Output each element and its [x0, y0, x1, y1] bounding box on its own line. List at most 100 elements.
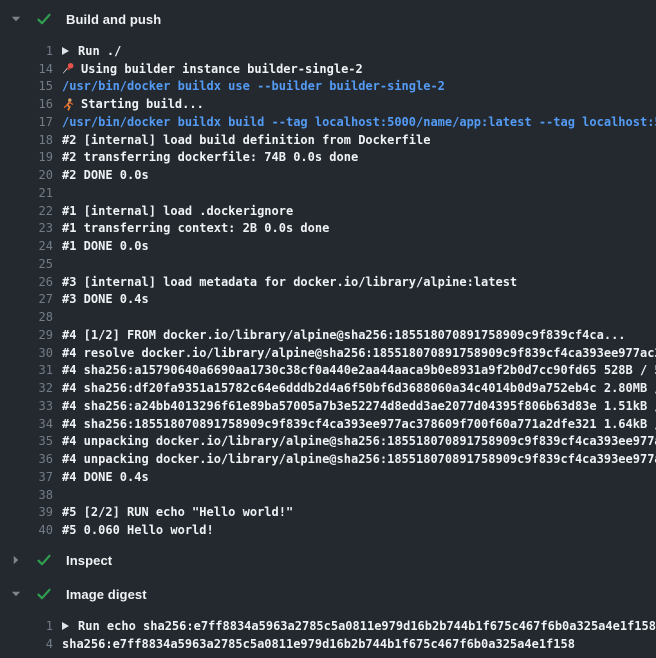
line-text: /usr/bin/docker buildx use --builder bui…: [53, 79, 445, 93]
line-number[interactable]: 1: [0, 619, 53, 633]
line-number[interactable]: 34: [0, 417, 53, 431]
chevron-down-icon[interactable]: [7, 13, 25, 25]
log-lines-build-and-push: 1 Run ./ 14 Using builder instance builder-…: [0, 36, 656, 543]
line-number[interactable]: 23: [0, 221, 53, 235]
line-text-content: #1 DONE 0.0s: [62, 239, 149, 253]
expand-group-icon[interactable]: [62, 47, 69, 55]
line-text: #1 transferring context: 2B 0.0s done: [53, 221, 329, 235]
section-header-inspect[interactable]: Inspect: [0, 543, 656, 577]
line-text-content: /usr/bin/docker buildx build --tag local…: [62, 115, 656, 129]
line-text: #4 resolve docker.io/library/alpine@sha2…: [53, 346, 656, 360]
line-number[interactable]: 16: [0, 97, 53, 111]
line-number[interactable]: 15: [0, 79, 53, 93]
line-number[interactable]: 21: [0, 186, 53, 200]
line-number[interactable]: 14: [0, 62, 53, 76]
log-line[interactable]: 21: [0, 184, 656, 202]
check-icon: [36, 586, 52, 602]
log-line[interactable]: 31 #4 sha256:a15790640a6690aa1730c38cf0a4…: [0, 362, 656, 380]
log-line[interactable]: 39 #5 [2/2] RUN echo "Hello world!": [0, 504, 656, 522]
line-text-content: #4 resolve docker.io/library/alpine@sha2…: [62, 346, 656, 360]
line-number[interactable]: 18: [0, 133, 53, 147]
line-number[interactable]: 33: [0, 399, 53, 413]
log-line[interactable]: 29#4 [1/2] FROM docker.io/library/alpine…: [0, 326, 656, 344]
log-line[interactable]: 40 #5 0.060 Hello world!: [0, 521, 656, 539]
log-line[interactable]: 1 Run ./: [0, 42, 656, 60]
log-line[interactable]: 27#3 DONE 0.4s: [0, 291, 656, 309]
line-text-content: #4 sha256:185518070891758909c9f839cf4ca3…: [62, 417, 656, 431]
workflow-log-viewer: Build and push1Run ./14Using builder ins…: [0, 0, 656, 658]
line-text: #2 DONE 0.0s: [53, 168, 149, 182]
log-line[interactable]: 38: [0, 486, 656, 504]
line-number[interactable]: 38: [0, 488, 53, 502]
line-number[interactable]: 25: [0, 257, 53, 271]
log-line[interactable]: 23#1 transferring context: 2B 0.0s done: [0, 220, 656, 238]
line-number[interactable]: 29: [0, 328, 53, 342]
line-number[interactable]: 32: [0, 381, 53, 395]
line-number[interactable]: 31: [0, 363, 53, 377]
line-text: #4 sha256:a15790640a6690aa1730c38cf0a440…: [53, 363, 656, 377]
section-header-build-and-push[interactable]: Build and push: [0, 2, 656, 36]
log-line[interactable]: 24 #1 DONE 0.0s: [0, 237, 656, 255]
line-text: sha256:e7ff8834a5963a2785c5a0811e979d16b…: [53, 637, 575, 651]
log-line[interactable]: 16Starting build...: [0, 95, 656, 113]
line-text: #3 DONE 0.4s: [53, 292, 149, 306]
line-number[interactable]: 39: [0, 505, 53, 519]
section-image-digest: Image digest 1 Run echo sha256:e7ff8834a59…: [0, 577, 656, 657]
line-number[interactable]: 4: [0, 637, 53, 651]
line-number[interactable]: 30: [0, 346, 53, 360]
line-number[interactable]: 40: [0, 523, 53, 537]
log-lines-image-digest: 1 Run echo sha256:e7ff8834a5963a2785c5a08…: [0, 611, 656, 657]
log-line[interactable]: 20#2 DONE 0.0s: [0, 166, 656, 184]
line-text-content: #3 [internal] load metadata for docker.i…: [62, 275, 517, 289]
line-text-content: #1 [internal] load .dockerignore: [62, 204, 293, 218]
line-text-content: Using builder instance builder-single-2: [81, 62, 363, 76]
line-number[interactable]: 37: [0, 470, 53, 484]
log-line[interactable]: 15/usr/bin/docker buildx use --builder b…: [0, 78, 656, 96]
section-header-image-digest[interactable]: Image digest: [0, 577, 656, 611]
chevron-right-icon[interactable]: [7, 554, 25, 566]
line-number[interactable]: 28: [0, 310, 53, 324]
log-line[interactable]: 36#4 unpacking docker.io/library/alpine@…: [0, 450, 656, 468]
expand-group-icon[interactable]: [62, 622, 69, 630]
log-line[interactable]: 19#2 transferring dockerfile: 74B 0.0s d…: [0, 149, 656, 167]
log-line[interactable]: 34 #4 sha256:185518070891758909c9f839cf4c…: [0, 415, 656, 433]
line-number[interactable]: 19: [0, 150, 53, 164]
chevron-down-icon[interactable]: [7, 588, 25, 600]
line-text-content: Run echo sha256:e7ff8834a5963a2785c5a081…: [78, 619, 656, 633]
line-number[interactable]: 27: [0, 292, 53, 306]
log-line[interactable]: 33 #4 sha256:a24bb4013296f61e89ba57005a7b…: [0, 397, 656, 415]
log-line[interactable]: 37 #4 DONE 0.4s: [0, 468, 656, 486]
line-number[interactable]: 1: [0, 44, 53, 58]
line-number[interactable]: 24: [0, 239, 53, 253]
line-text-content: #4 DONE 0.4s: [62, 470, 149, 484]
log-line[interactable]: 30 #4 resolve docker.io/library/alpine@sh…: [0, 344, 656, 362]
line-number[interactable]: 17: [0, 115, 53, 129]
line-text: Using builder instance builder-single-2: [53, 62, 363, 76]
line-text: #2 [internal] load build definition from…: [53, 133, 430, 147]
log-line[interactable]: 35#4 unpacking docker.io/library/alpine@…: [0, 433, 656, 451]
line-text-content: #4 sha256:a24bb4013296f61e89ba57005a7b3e…: [62, 399, 656, 413]
log-line[interactable]: 17/usr/bin/docker buildx build --tag loc…: [0, 113, 656, 131]
check-icon: [36, 552, 52, 568]
log-line[interactable]: 18#2 [internal] load build definition fr…: [0, 131, 656, 149]
line-number[interactable]: 20: [0, 168, 53, 182]
pushpin-icon: [62, 62, 75, 75]
line-text-content: #5 [2/2] RUN echo "Hello world!": [62, 505, 293, 519]
line-number[interactable]: 22: [0, 204, 53, 218]
log-line[interactable]: 26 #3 [internal] load metadata for docker…: [0, 273, 656, 291]
log-line[interactable]: 22 #1 [internal] load .dockerignore: [0, 202, 656, 220]
line-text: #4 unpacking docker.io/library/alpine@sh…: [53, 434, 656, 448]
line-number[interactable]: 36: [0, 452, 53, 466]
log-line[interactable]: 28: [0, 308, 656, 326]
line-text-content: Run ./: [78, 44, 121, 58]
line-text-content: #5 0.060 Hello world!: [62, 523, 214, 537]
log-line[interactable]: 32#4 sha256:df20fa9351a15782c64e6dddb2d4…: [0, 379, 656, 397]
line-text: Starting build...: [53, 97, 204, 111]
log-line[interactable]: 14 Using builder instance builder-single-…: [0, 60, 656, 78]
line-text-content: #4 sha256:a15790640a6690aa1730c38cf0a440…: [62, 363, 656, 377]
log-line[interactable]: 25: [0, 255, 656, 273]
line-number[interactable]: 35: [0, 434, 53, 448]
line-number[interactable]: 26: [0, 275, 53, 289]
log-line[interactable]: 1 Run echo sha256:e7ff8834a5963a2785c5a08…: [0, 617, 656, 635]
log-line[interactable]: 4sha256:e7ff8834a5963a2785c5a0811e979d16…: [0, 635, 656, 653]
